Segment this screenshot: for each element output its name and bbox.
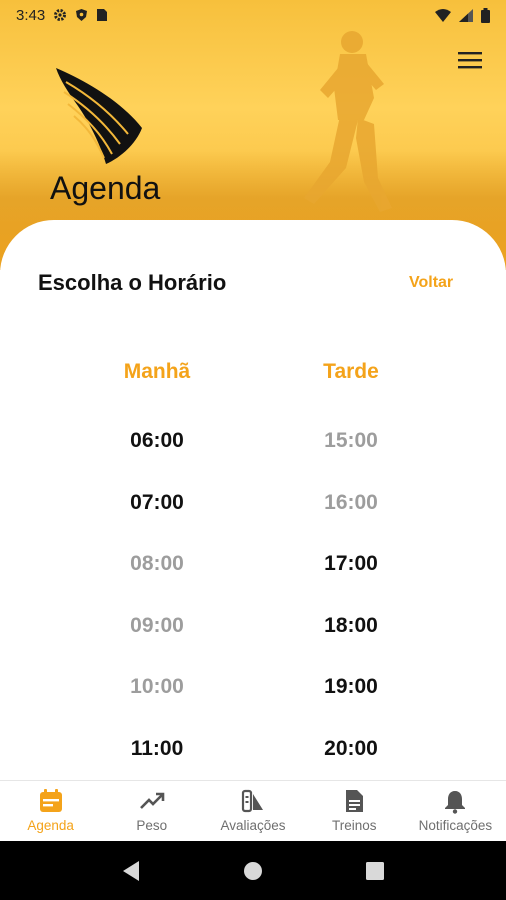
system-recents-button[interactable]	[355, 851, 395, 891]
back-triangle-icon	[123, 860, 139, 881]
nav-label-treinos: Treinos	[331, 818, 377, 833]
afternoon-header: Tarde	[323, 360, 379, 383]
nav-label-peso: Peso	[136, 818, 168, 833]
wing-logo-icon	[56, 68, 142, 164]
shield-icon	[76, 9, 88, 21]
page-title: Agenda	[50, 170, 161, 206]
battery-icon	[481, 7, 490, 23]
time-slot[interactable]: 07:00	[77, 472, 237, 534]
nav-label-avaliacoes: Avaliações	[220, 818, 286, 833]
calendar-icon	[39, 789, 62, 812]
time-slot[interactable]: 11:00	[77, 718, 237, 780]
time-slot[interactable]: 18:00	[271, 595, 431, 657]
menu-button[interactable]	[454, 46, 486, 74]
wifi-icon	[435, 8, 451, 22]
nav-item-peso[interactable]: Peso	[101, 781, 202, 842]
nav-item-treinos[interactable]: Treinos	[304, 781, 405, 842]
time-slot[interactable]: 17:00	[271, 533, 431, 595]
assessment-icon	[241, 789, 263, 813]
trending-up-icon	[139, 792, 165, 809]
back-button[interactable]: Voltar	[409, 274, 453, 292]
nav-item-avaliacoes[interactable]: Avaliações	[202, 781, 303, 842]
time-slot[interactable]: 15:00	[271, 410, 431, 472]
recents-square-icon	[366, 861, 384, 880]
document-icon	[346, 790, 364, 812]
system-navigation-bar	[0, 841, 506, 900]
home-circle-icon	[244, 861, 262, 880]
time-slot[interactable]: 19:00	[271, 656, 431, 718]
cell-signal-icon	[459, 8, 473, 22]
nav-label-notificacoes: Notificações	[418, 818, 493, 833]
bottom-navigation: Agenda Peso Avaliações Treinos Notificaç…	[0, 780, 506, 842]
nav-item-agenda[interactable]: Agenda	[0, 781, 101, 842]
morning-column: Manhã 06:00 07:00 08:00 09:00 10:00 11:0…	[77, 360, 237, 779]
time-slot[interactable]: 16:00	[271, 472, 431, 534]
status-bar: 3:43	[0, 0, 506, 30]
nav-item-notificacoes[interactable]: Notificações	[405, 781, 506, 842]
settings-icon	[54, 9, 67, 21]
time-slot[interactable]: 06:00	[77, 410, 237, 472]
time-slot[interactable]: 10:00	[77, 656, 237, 718]
time-slot[interactable]: 09:00	[77, 595, 237, 657]
hamburger-menu-icon	[458, 52, 482, 69]
status-time: 3:43	[16, 6, 46, 24]
time-slot[interactable]: 20:00	[271, 718, 431, 780]
system-back-button[interactable]	[111, 851, 151, 891]
morning-header: Manhã	[123, 360, 191, 383]
time-slot[interactable]: 08:00	[77, 533, 237, 595]
system-home-button[interactable]	[233, 851, 273, 891]
runner-image	[304, 31, 392, 212]
card-title: Escolha o Horário	[38, 270, 227, 295]
sim-card-icon	[97, 9, 108, 21]
bell-icon	[445, 791, 466, 814]
afternoon-column: Tarde 15:00 16:00 17:00 18:00 19:00 20:0…	[271, 360, 431, 779]
schedule-card: Escolha o Horário Voltar Manhã 06:00 07:…	[0, 220, 506, 780]
nav-label-agenda: Agenda	[27, 818, 74, 833]
